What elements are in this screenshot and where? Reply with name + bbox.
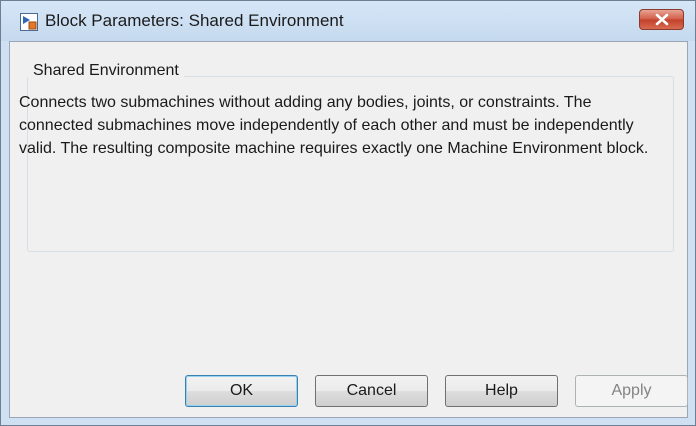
block-description: Connects two submachines without adding … — [19, 94, 649, 157]
dialog-body: Shared Environment Connects two submachi… — [9, 41, 688, 418]
title-bar[interactable]: Block Parameters: Shared Environment — [1, 1, 695, 41]
help-button[interactable]: Help — [445, 375, 558, 407]
ok-button[interactable]: OK — [185, 375, 298, 407]
group-title: Shared Environment — [28, 62, 184, 80]
window-title: Block Parameters: Shared Environment — [45, 11, 344, 30]
apply-button[interactable]: Apply — [575, 375, 688, 407]
simulink-block-icon — [20, 13, 38, 31]
close-button[interactable] — [639, 9, 684, 30]
cancel-button[interactable]: Cancel — [315, 375, 428, 407]
dialog-window: Block Parameters: Shared Environment Sha… — [0, 0, 696, 426]
close-icon — [655, 13, 669, 26]
